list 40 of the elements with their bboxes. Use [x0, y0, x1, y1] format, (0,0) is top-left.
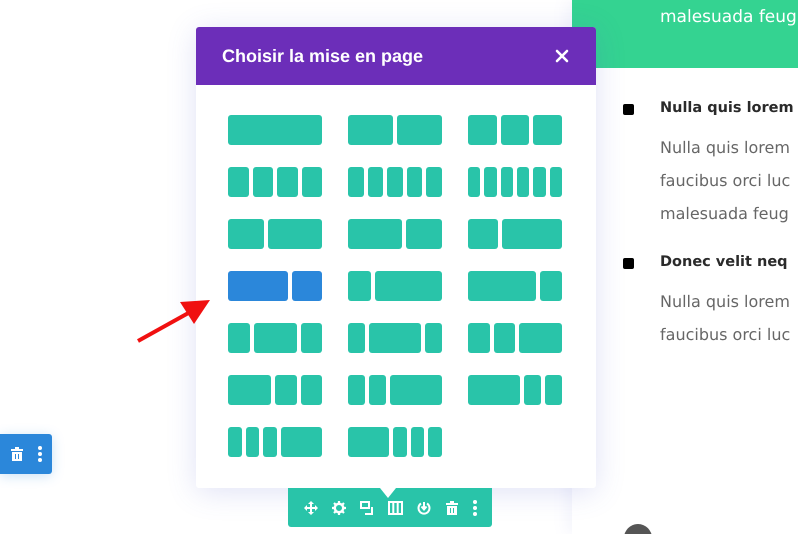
settings-icon[interactable]	[332, 500, 346, 514]
layout-option[interactable]	[468, 115, 562, 145]
layout-option[interactable]	[228, 323, 322, 353]
body-text-line: malesuada feug	[660, 203, 790, 225]
download-icon[interactable]	[416, 500, 430, 514]
body-text-line: faucibus orci luc	[660, 170, 792, 192]
trash-icon[interactable]	[444, 500, 458, 516]
columns-icon[interactable]	[388, 500, 402, 514]
bullet-icon	[623, 258, 634, 269]
layout-option[interactable]	[348, 167, 442, 197]
dialog-title: Choisir la mise en page	[222, 46, 424, 66]
item-heading: Donec velit neq	[660, 253, 789, 272]
layout-option[interactable]	[348, 375, 442, 405]
item-heading: Nulla quis lorem	[660, 99, 794, 118]
layout-option[interactable]	[228, 167, 322, 197]
layout-option[interactable]	[468, 219, 562, 249]
body-text-line: Nulla quis lorem	[660, 291, 790, 313]
layout-option[interactable]	[348, 323, 442, 353]
layout-option[interactable]	[228, 271, 322, 301]
layout-option[interactable]	[468, 167, 562, 197]
layout-option[interactable]	[468, 375, 562, 405]
move-icon[interactable]	[304, 500, 318, 514]
body-text-line: faucibus orci luc	[660, 324, 790, 346]
layout-option[interactable]	[228, 219, 322, 249]
layout-option[interactable]	[228, 375, 322, 405]
layout-option[interactable]	[348, 219, 442, 249]
more-icon[interactable]	[38, 446, 42, 462]
more-icon[interactable]	[472, 500, 476, 516]
layout-option[interactable]	[468, 323, 562, 353]
body-text-line: Nulla quis lorem	[660, 137, 791, 159]
duplicate-icon[interactable]	[360, 500, 374, 514]
layout-option[interactable]	[348, 271, 442, 301]
layout-option[interactable]	[348, 427, 442, 457]
banner-text: malesuada feug	[660, 7, 797, 27]
close-icon[interactable]	[555, 49, 569, 63]
layout-option[interactable]	[468, 271, 562, 301]
layout-option[interactable]	[228, 427, 322, 457]
trash-icon[interactable]	[10, 446, 24, 462]
layout-option[interactable]	[348, 115, 442, 145]
bullet-icon	[623, 104, 634, 115]
